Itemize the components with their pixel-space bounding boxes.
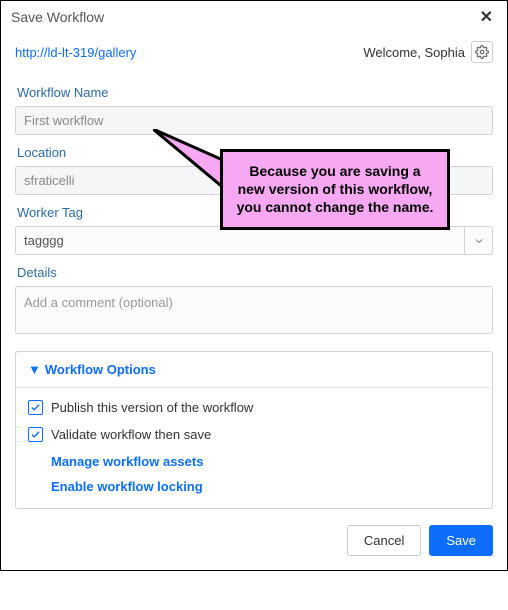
workflow-options-title: Workflow Options xyxy=(45,362,156,377)
manage-assets-link[interactable]: Manage workflow assets xyxy=(51,454,480,469)
validate-row: Validate workflow then save xyxy=(28,427,480,442)
publish-row: Publish this version of the workflow xyxy=(28,400,480,415)
worker-tag-value[interactable] xyxy=(15,226,493,255)
close-icon[interactable]: ✕ xyxy=(476,7,497,27)
gear-icon[interactable] xyxy=(471,41,493,63)
form-content: Workflow Name Location Worker Tag Detail… xyxy=(1,69,507,509)
caret-down-icon: ▼ xyxy=(28,362,41,377)
validate-checkbox[interactable] xyxy=(28,427,43,442)
workflow-options-body: Publish this version of the workflow Val… xyxy=(16,387,492,508)
welcome-wrap: Welcome, Sophia xyxy=(363,41,493,63)
workflow-name-label: Workflow Name xyxy=(17,85,493,100)
breadcrumb[interactable]: http://ld-lt-319/gallery xyxy=(15,45,136,60)
worker-tag-select[interactable] xyxy=(15,226,493,255)
details-textarea[interactable] xyxy=(15,286,493,334)
publish-checkbox[interactable] xyxy=(28,400,43,415)
dialog-title: Save Workflow xyxy=(11,9,104,25)
top-bar: http://ld-lt-319/gallery Welcome, Sophia xyxy=(1,31,507,69)
details-label: Details xyxy=(17,265,493,280)
workflow-name-input[interactable] xyxy=(15,106,493,135)
enable-locking-link[interactable]: Enable workflow locking xyxy=(51,479,480,494)
workflow-options-panel: ▼ Workflow Options Publish this version … xyxy=(15,351,493,509)
annotation-callout: Because you are saving a new version of … xyxy=(220,149,450,230)
save-workflow-dialog: Save Workflow ✕ http://ld-lt-319/gallery… xyxy=(0,0,508,571)
title-bar: Save Workflow ✕ xyxy=(1,1,507,31)
save-button[interactable]: Save xyxy=(429,525,493,556)
publish-label: Publish this version of the workflow xyxy=(51,400,253,415)
dialog-footer: Cancel Save xyxy=(1,509,507,570)
validate-label: Validate workflow then save xyxy=(51,427,211,442)
cancel-button[interactable]: Cancel xyxy=(347,525,421,556)
workflow-options-toggle[interactable]: ▼ Workflow Options xyxy=(16,352,492,387)
welcome-text: Welcome, Sophia xyxy=(363,45,465,60)
